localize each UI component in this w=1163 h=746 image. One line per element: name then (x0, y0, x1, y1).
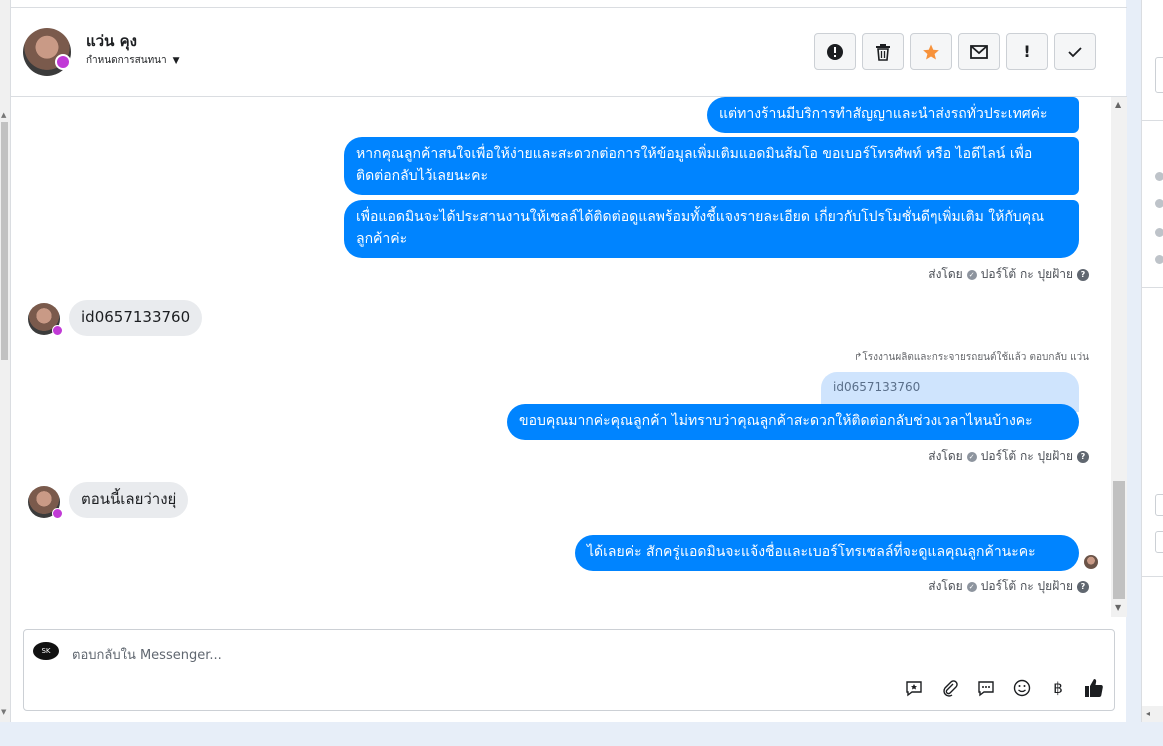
sent-by-row: ส่งโดย ✓ ปอร์โต้ กะ ปุยฝ้าย ? (928, 447, 1089, 466)
info-icon (1155, 172, 1163, 181)
scroll-down-arrow-icon[interactable]: ▼ (1115, 603, 1121, 612)
star-icon (923, 44, 939, 59)
input-box[interactable] (1155, 57, 1163, 93)
contact-avatar-small[interactable] (28, 486, 63, 519)
help-icon[interactable]: ? (1077, 450, 1089, 463)
reply-note: ↱โรงงานผลิตและกระจายรถยนต์ใช้แล้ว ตอบกลั… (854, 350, 1089, 365)
reply-composer[interactable]: SK ตอบกลับใน Messenger... ฿ (23, 629, 1115, 711)
scroll-thumb[interactable] (1, 122, 8, 360)
composer-tools: ฿ (904, 678, 1104, 698)
input-box[interactable] (1155, 494, 1163, 516)
outgoing-message[interactable]: ขอบคุณมากค่ะคุณลูกค้า ไม่ทราบว่าคุณลูกค้… (507, 404, 1079, 440)
right-sidebar-partial: ◂ (1141, 0, 1163, 722)
scroll-down-arrow-icon[interactable]: ▼ (1, 709, 6, 716)
trash-icon (876, 43, 890, 61)
check-badge-icon: ✓ (966, 451, 977, 462)
attachment-icon[interactable] (940, 678, 960, 698)
sender-name[interactable]: ปอร์โต้ กะ ปุยฝ้าย (981, 577, 1073, 596)
divider (1142, 287, 1163, 288)
saved-reply-icon[interactable] (904, 678, 924, 698)
check-badge-icon: ✓ (966, 581, 977, 592)
scroll-thumb[interactable] (1113, 481, 1125, 599)
sender-name[interactable]: ปอร์โต้ กะ ปุยฝ้าย (981, 265, 1073, 284)
messenger-badge-icon (52, 508, 63, 519)
sent-by-label: ส่งโดย (928, 579, 963, 593)
reply-input[interactable]: ตอบกลับใน Messenger... (72, 644, 222, 665)
help-icon[interactable]: ? (1077, 268, 1089, 281)
sender-name[interactable]: ปอร์โต้ กะ ปุยฝ้าย (981, 447, 1073, 466)
check-badge-icon: ✓ (966, 269, 977, 280)
baht-icon[interactable]: ฿ (1048, 678, 1068, 698)
emoji-icon[interactable] (1012, 678, 1032, 698)
envelope-icon (970, 44, 988, 59)
left-scrollbar[interactable]: ▲ ▼ (0, 0, 10, 722)
reply-note-text: โรงงานผลิตและกระจายรถยนต์ใช้แล้ว ตอบกลับ… (862, 352, 1089, 363)
outgoing-message[interactable]: ได้เลยค่ะ สักครู่แอดมินจะแจ้งชื่อและเบอร… (575, 535, 1079, 571)
thumbs-up-icon[interactable] (1084, 678, 1104, 698)
spam-button[interactable] (814, 33, 856, 70)
delete-button[interactable] (862, 33, 904, 70)
divider (1142, 576, 1163, 577)
caret-down-icon: ▼ (172, 55, 180, 66)
sent-by-row: ส่งโดย ✓ ปอร์โต้ กะ ปุยฝ้าย ? (928, 577, 1089, 596)
checkmark-icon (1068, 46, 1082, 57)
mark-unread-button[interactable] (958, 33, 1000, 70)
contact-avatar-small[interactable] (28, 303, 63, 336)
horizontal-scrollbar[interactable]: ◂ (1142, 706, 1163, 722)
info-icon (1155, 255, 1163, 264)
contact-name[interactable]: แว่น คุง (86, 29, 137, 53)
sent-by-row: ส่งโดย ✓ ปอร์โต้ กะ ปุยฝ้าย ? (928, 265, 1089, 284)
conversation-header: แว่น คุง กำหนดการสนทนา ▼ ! (11, 8, 1127, 97)
seen-avatar (1084, 555, 1098, 569)
message-list: แต่ทางร้านมีบริการทำสัญญาและนำส่งรถทั่วป… (11, 97, 1111, 617)
incoming-message[interactable]: id0657133760 (69, 300, 203, 336)
conversation-panel: แว่น คุง กำหนดการสนทนา ▼ ! แต่ทางร้านมีบ… (10, 0, 1127, 722)
done-button[interactable] (1054, 33, 1096, 70)
label-dropdown-text: กำหนดการสนทนา (86, 55, 167, 66)
label-dropdown[interactable]: กำหนดการสนทนา ▼ (86, 53, 180, 68)
messenger-badge-icon (52, 325, 63, 336)
chat-bubble-icon[interactable] (976, 678, 996, 698)
divider (1142, 120, 1163, 121)
sent-by-label: ส่งโดย (928, 267, 963, 281)
messenger-badge-icon (55, 54, 71, 70)
scroll-up-arrow-icon[interactable]: ▲ (1115, 100, 1121, 109)
sent-by-label: ส่งโดย (928, 449, 963, 463)
info-icon (1155, 228, 1163, 237)
outgoing-message[interactable]: หากคุณลูกค้าสนใจเพื่อให้ง่ายและสะดวกต่อก… (344, 137, 1079, 195)
exclamation-icon: ! (1023, 42, 1031, 61)
scroll-up-arrow-icon[interactable]: ▲ (1, 112, 6, 119)
star-button[interactable] (910, 33, 952, 70)
message-list-scrollbar[interactable]: ▲ ▼ (1111, 97, 1127, 617)
input-box[interactable] (1155, 531, 1163, 553)
info-icon (1155, 199, 1163, 208)
incoming-message[interactable]: ตอนนี้เลยว่างยุ่ (69, 482, 189, 518)
page-avatar: SK (33, 642, 59, 660)
outgoing-message[interactable]: แต่ทางร้านมีบริการทำสัญญาและนำส่งรถทั่วป… (707, 97, 1079, 133)
outgoing-message[interactable]: เพื่อแอดมินจะได้ประสานงานให้เซลล์ได้ติดต… (344, 200, 1079, 258)
help-icon[interactable]: ? (1077, 580, 1089, 593)
follow-up-button[interactable]: ! (1006, 33, 1048, 70)
alert-circle-icon (827, 43, 843, 60)
